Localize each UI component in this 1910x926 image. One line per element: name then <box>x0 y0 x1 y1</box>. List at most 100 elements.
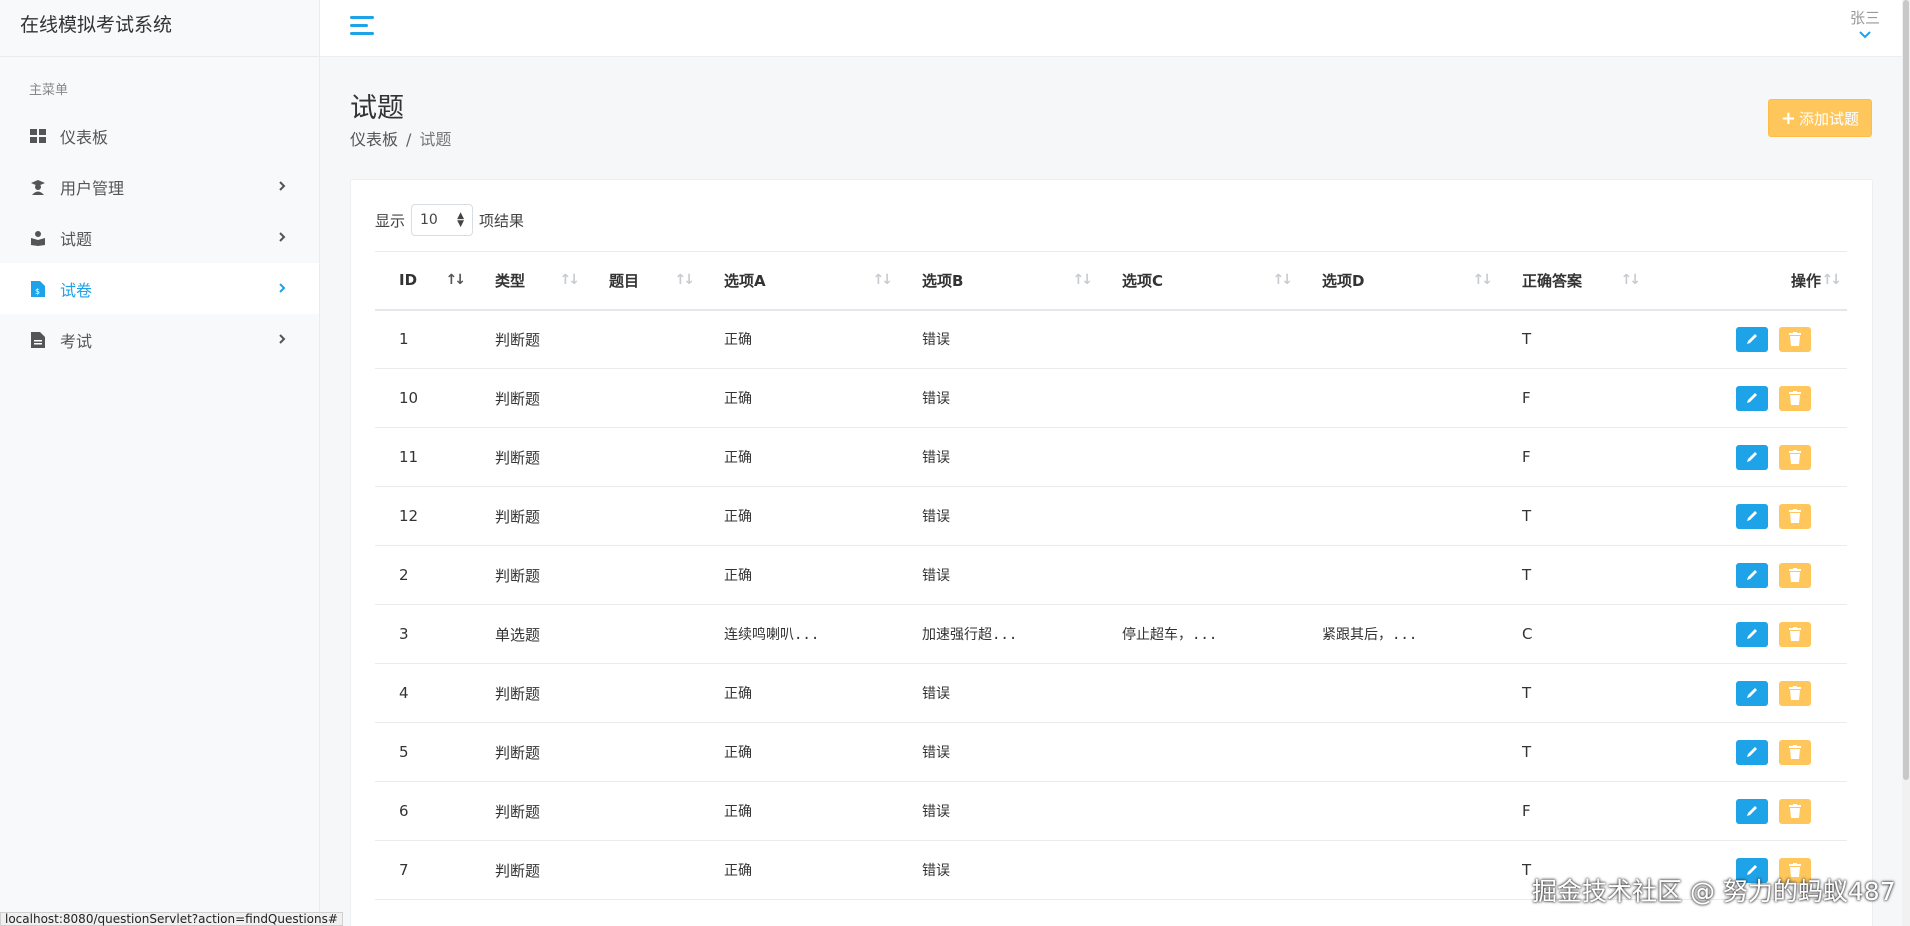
cell-d <box>1298 486 1498 546</box>
pencil-icon <box>1745 391 1759 405</box>
edit-button[interactable] <box>1736 621 1768 647</box>
cell-a: 正确 <box>700 545 898 605</box>
breadcrumb-link-dashboard[interactable]: 仪表板 <box>350 130 398 149</box>
delete-button[interactable] <box>1779 739 1811 765</box>
column-header-actions[interactable]: 操作 ↑↓ <box>1646 251 1847 311</box>
edit-button[interactable] <box>1736 385 1768 411</box>
cell-id: 7 <box>375 840 471 900</box>
file-alt-icon <box>30 331 46 348</box>
cell-actions <box>1646 309 1847 369</box>
add-question-label: 添加试题 <box>1798 109 1859 128</box>
sidebar-item-label: 仪表板 <box>60 127 109 147</box>
column-header-option-b[interactable]: 选项B ↑↓ <box>898 251 1098 311</box>
cell-id: 5 <box>375 722 471 782</box>
cell-answer: T <box>1498 309 1646 369</box>
sidebar-item-exams[interactable]: 考试 <box>0 314 319 365</box>
sidebar-item-label: 试题 <box>60 229 93 249</box>
column-header-question[interactable]: 题目 ↑↓ <box>585 251 700 311</box>
sidebar-item-users[interactable]: 用户管理 <box>0 161 319 212</box>
cell-question <box>585 722 700 782</box>
column-header-option-c[interactable]: 选项C ↑↓ <box>1098 251 1298 311</box>
sort-icon: ↑↓ <box>1620 272 1642 288</box>
cell-answer: T <box>1498 486 1646 546</box>
table-row: 2 判断题 正确 错误 T <box>375 545 1847 605</box>
sort-icon: ↑↓ <box>674 272 696 288</box>
cell-question <box>585 309 700 369</box>
edit-button[interactable] <box>1736 739 1768 765</box>
trash-icon <box>1789 332 1801 347</box>
cell-id: 4 <box>375 663 471 723</box>
cell-c <box>1098 427 1298 487</box>
sidebar-item-label: 考试 <box>60 331 93 351</box>
cell-id: 3 <box>375 604 471 664</box>
pencil-icon <box>1745 745 1759 759</box>
cell-type: 判断题 <box>471 722 585 782</box>
user-menu[interactable]: 张三 <box>1850 7 1880 40</box>
chevron-right-icon <box>279 181 286 191</box>
cell-b: 错误 <box>898 663 1098 723</box>
edit-button[interactable] <box>1736 562 1768 588</box>
cell-b: 错误 <box>898 722 1098 782</box>
trash-icon <box>1789 627 1801 641</box>
scrollbar-thumb[interactable] <box>1903 0 1909 780</box>
column-header-type[interactable]: 类型 ↑↓ <box>471 251 585 311</box>
sidebar-item-questions[interactable]: 试题 <box>0 212 319 263</box>
table-row: 11 判断题 正确 错误 F <box>375 427 1847 487</box>
delete-button[interactable] <box>1779 680 1811 706</box>
sort-icon: ↑↓ <box>872 272 894 288</box>
sort-icon: ↑↓ <box>1472 272 1494 288</box>
delete-button[interactable] <box>1779 798 1811 824</box>
cell-b: 错误 <box>898 545 1098 605</box>
cell-a: 正确 <box>700 663 898 723</box>
menu-toggle-icon[interactable] <box>350 16 374 38</box>
app-brand[interactable]: 在线模拟考试系统 <box>0 0 319 57</box>
cell-c <box>1098 368 1298 428</box>
pencil-icon <box>1745 568 1759 582</box>
cell-question <box>585 840 700 900</box>
cell-type: 判断题 <box>471 545 585 605</box>
cell-question <box>585 604 700 664</box>
pencil-icon <box>1745 804 1759 818</box>
column-header-option-d[interactable]: 选项D ↑↓ <box>1298 251 1498 311</box>
delete-button[interactable] <box>1779 621 1811 647</box>
pencil-icon <box>1745 509 1759 523</box>
column-header-answer[interactable]: 正确答案 ↑↓ <box>1498 251 1646 311</box>
length-prefix: 显示 <box>375 211 406 230</box>
edit-button[interactable] <box>1736 326 1768 352</box>
page-scrollbar[interactable] <box>1902 0 1910 926</box>
cell-c <box>1098 486 1298 546</box>
delete-button[interactable] <box>1779 562 1811 588</box>
length-suffix: 项结果 <box>479 211 525 230</box>
delete-button[interactable] <box>1779 444 1811 470</box>
cell-actions <box>1646 545 1847 605</box>
cell-b: 错误 <box>898 427 1098 487</box>
table-row: 6 判断题 正确 错误 F <box>375 781 1847 841</box>
cell-actions <box>1646 486 1847 546</box>
delete-button[interactable] <box>1779 503 1811 529</box>
edit-button[interactable] <box>1736 680 1768 706</box>
cell-c <box>1098 309 1298 369</box>
cell-type: 单选题 <box>471 604 585 664</box>
column-header-option-a[interactable]: 选项A ↑↓ <box>700 251 898 311</box>
sort-icon: ↑↓ <box>1272 272 1294 288</box>
cell-actions <box>1646 427 1847 487</box>
sidebar-item-papers[interactable]: $ 试卷 <box>0 263 319 314</box>
edit-button[interactable] <box>1736 503 1768 529</box>
cell-id: 10 <box>375 368 471 428</box>
sidebar-item-dashboard[interactable]: 仪表板 <box>0 110 319 161</box>
sidebar: 在线模拟考试系统 主菜单 仪表板 用户管理 试题 $ 试卷 考试 <box>0 0 320 926</box>
edit-button[interactable] <box>1736 798 1768 824</box>
plus-icon: + <box>1780 107 1796 129</box>
edit-button[interactable] <box>1736 444 1768 470</box>
cell-answer: F <box>1498 781 1646 841</box>
add-question-button[interactable]: + 添加试题 <box>1767 99 1872 137</box>
delete-button[interactable] <box>1779 385 1811 411</box>
trash-icon <box>1789 450 1801 464</box>
delete-button[interactable] <box>1779 326 1811 352</box>
cell-id: 2 <box>375 545 471 605</box>
cell-c <box>1098 722 1298 782</box>
trash-icon <box>1789 509 1801 523</box>
select-arrows-icon: ▲ ▼ <box>457 211 465 229</box>
column-header-id[interactable]: ID ↑↓ <box>375 251 471 311</box>
page-length-select[interactable]: 10 ▲ ▼ <box>411 204 474 236</box>
